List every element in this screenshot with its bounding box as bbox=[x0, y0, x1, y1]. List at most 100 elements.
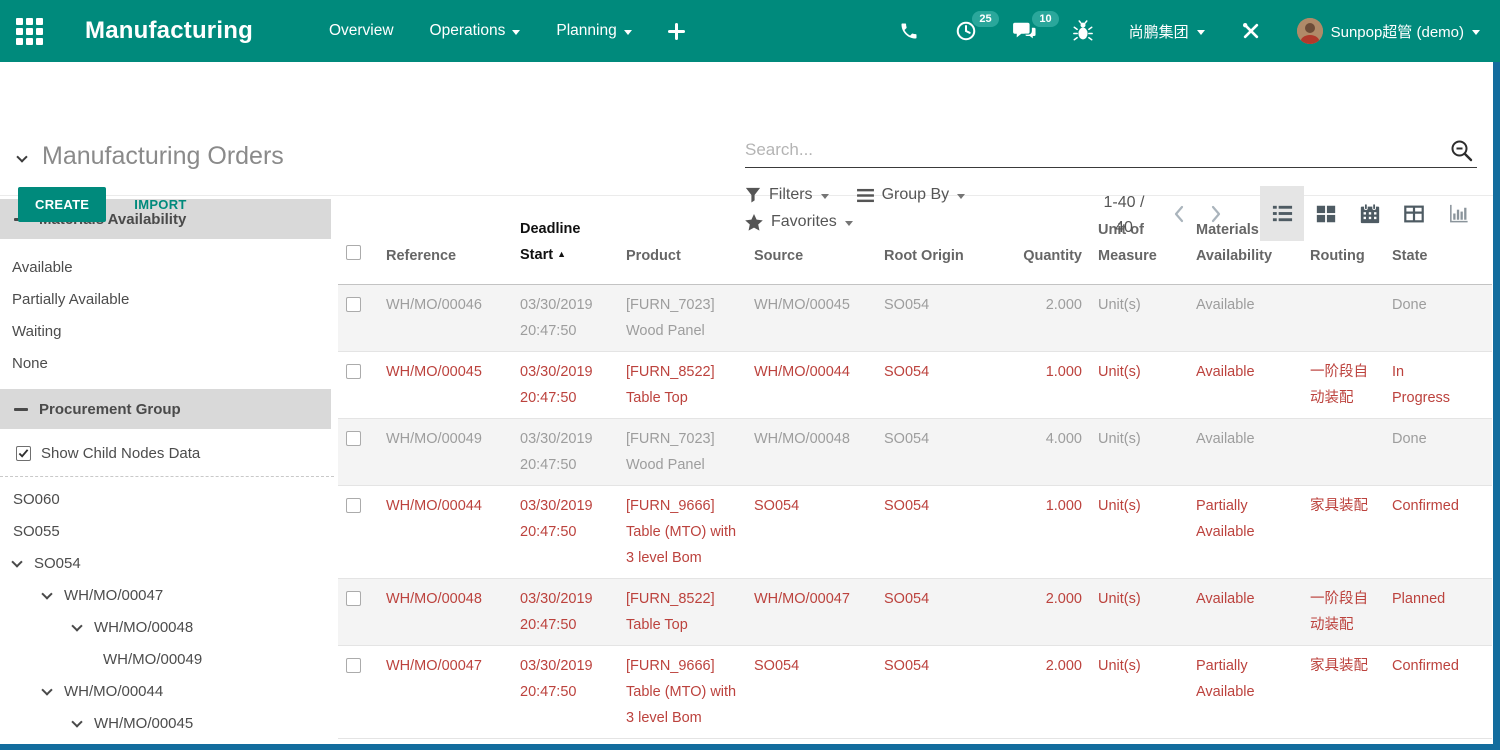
tree-node-wh-mo-00044[interactable]: WH/MO/00044 bbox=[0, 675, 334, 707]
import-button[interactable]: IMPORT bbox=[134, 197, 186, 212]
cell-state[interactable]: Done bbox=[1384, 419, 1492, 486]
cell-availability[interactable]: Available bbox=[1188, 419, 1302, 486]
menu-overview[interactable]: Overview bbox=[329, 22, 394, 40]
filter-option-available[interactable]: Available bbox=[0, 251, 334, 283]
tree-node-so060[interactable]: SO060 bbox=[0, 483, 334, 515]
cell-quantity[interactable]: 2.000 bbox=[1000, 285, 1090, 352]
cell-uom[interactable]: Unit(s) bbox=[1090, 486, 1188, 579]
column-header-quantity[interactable]: Quantity bbox=[1000, 196, 1090, 285]
row-checkbox[interactable] bbox=[346, 364, 361, 379]
cell-root-origin[interactable]: SO054 bbox=[876, 352, 1000, 419]
cell-reference[interactable]: WH/MO/00048 bbox=[378, 579, 512, 646]
tree-node-so055[interactable]: SO055 bbox=[0, 515, 334, 547]
cell-availability[interactable]: Available bbox=[1188, 285, 1302, 352]
section-procurement-group[interactable]: Procurement Group bbox=[0, 389, 331, 429]
quick-create-button[interactable] bbox=[668, 23, 685, 40]
cell-uom[interactable]: Unit(s) bbox=[1090, 352, 1188, 419]
cell-reference[interactable]: WH/MO/00045 bbox=[378, 352, 512, 419]
cell-product[interactable]: [FURN_8522] Table Top bbox=[618, 579, 746, 646]
cell-root-origin[interactable]: SO054 bbox=[876, 285, 1000, 352]
cell-source[interactable]: SO054 bbox=[746, 486, 876, 579]
cell-source[interactable]: WH/MO/00045 bbox=[746, 285, 876, 352]
cell-routing[interactable]: 家具装配 bbox=[1302, 646, 1384, 739]
cell-product[interactable]: [FURN_7023] Wood Panel bbox=[618, 419, 746, 486]
vertical-scrollbar[interactable] bbox=[1493, 62, 1500, 744]
row-checkbox[interactable] bbox=[346, 297, 361, 312]
cell-source[interactable]: SO054 bbox=[746, 646, 876, 739]
cell-availability[interactable]: Available bbox=[1188, 352, 1302, 419]
cell-routing[interactable]: 一阶段自动装配 bbox=[1302, 352, 1384, 419]
cell-state[interactable]: Done bbox=[1384, 285, 1492, 352]
cell-deadline[interactable]: 03/30/2019 20:47:50 bbox=[512, 579, 618, 646]
messages-button[interactable]: 10 bbox=[1013, 20, 1037, 42]
cell-availability[interactable]: Partially Available bbox=[1188, 486, 1302, 579]
cell-deadline[interactable]: 03/30/2019 20:47:50 bbox=[512, 646, 618, 739]
pager-next-button[interactable] bbox=[1209, 203, 1223, 230]
cell-quantity[interactable]: 4.000 bbox=[1000, 419, 1090, 486]
cell-reference[interactable]: WH/MO/00046 bbox=[378, 285, 512, 352]
cell-root-origin[interactable]: SO054 bbox=[876, 646, 1000, 739]
filter-option-waiting[interactable]: Waiting bbox=[0, 315, 334, 347]
view-graph-button[interactable] bbox=[1436, 186, 1480, 241]
row-checkbox[interactable] bbox=[346, 498, 361, 513]
breadcrumb[interactable]: Manufacturing Orders bbox=[18, 142, 284, 171]
cell-availability[interactable]: Partially Available bbox=[1188, 646, 1302, 739]
tree-node-wh-mo-00047[interactable]: WH/MO/00047 bbox=[0, 579, 334, 611]
search-input[interactable] bbox=[745, 136, 1441, 164]
search-icon[interactable] bbox=[1449, 138, 1475, 169]
cell-state[interactable]: Confirmed bbox=[1384, 646, 1492, 739]
column-header-deadline-start[interactable]: Deadline Start ▲ bbox=[512, 196, 618, 285]
cell-availability[interactable]: Available bbox=[1188, 579, 1302, 646]
cell-root-origin[interactable]: SO054 bbox=[876, 579, 1000, 646]
cell-state[interactable]: Confirmed bbox=[1384, 486, 1492, 579]
row-checkbox[interactable] bbox=[346, 591, 361, 606]
table-row[interactable]: WH/MO/00045 03/30/2019 20:47:50 [FURN_85… bbox=[338, 352, 1492, 419]
cell-quantity[interactable]: 2.000 bbox=[1000, 646, 1090, 739]
cell-quantity[interactable]: 1.000 bbox=[1000, 352, 1090, 419]
cell-uom[interactable]: Unit(s) bbox=[1090, 579, 1188, 646]
view-calendar-button[interactable] bbox=[1348, 186, 1392, 241]
view-pivot-button[interactable] bbox=[1392, 186, 1436, 241]
cell-source[interactable]: WH/MO/00047 bbox=[746, 579, 876, 646]
cell-routing[interactable] bbox=[1302, 285, 1384, 352]
cell-state[interactable]: In Progress bbox=[1384, 352, 1492, 419]
cell-deadline[interactable]: 03/30/2019 20:47:50 bbox=[512, 486, 618, 579]
cell-uom[interactable]: Unit(s) bbox=[1090, 419, 1188, 486]
row-checkbox[interactable] bbox=[346, 431, 361, 446]
table-row[interactable]: WH/MO/00044 03/30/2019 20:47:50 [FURN_96… bbox=[338, 486, 1492, 579]
tree-node-so054[interactable]: SO054 bbox=[0, 547, 334, 579]
phone-button[interactable] bbox=[899, 21, 919, 41]
cell-root-origin[interactable]: SO054 bbox=[876, 419, 1000, 486]
cell-uom[interactable]: Unit(s) bbox=[1090, 646, 1188, 739]
tree-node-wh-mo-00045[interactable]: WH/MO/00045 bbox=[0, 707, 334, 739]
column-header-reference[interactable]: Reference bbox=[378, 196, 512, 285]
cell-product[interactable]: [FURN_7023] Wood Panel bbox=[618, 285, 746, 352]
table-row[interactable]: WH/MO/00047 03/30/2019 20:47:50 [FURN_96… bbox=[338, 646, 1492, 739]
favorites-menu[interactable]: Favorites bbox=[745, 213, 853, 231]
show-child-nodes-toggle[interactable]: Show Child Nodes Data bbox=[16, 445, 334, 462]
view-list-button[interactable] bbox=[1260, 186, 1304, 241]
settings-tools-button[interactable] bbox=[1241, 21, 1261, 41]
cell-uom[interactable]: Unit(s) bbox=[1090, 285, 1188, 352]
filter-option-none[interactable]: None bbox=[0, 347, 334, 379]
view-kanban-button[interactable] bbox=[1304, 186, 1348, 241]
cell-routing[interactable]: 家具装配 bbox=[1302, 486, 1384, 579]
cell-reference[interactable]: WH/MO/00047 bbox=[378, 646, 512, 739]
pager-previous-button[interactable] bbox=[1172, 203, 1186, 230]
checkbox-checked[interactable] bbox=[16, 446, 31, 461]
table-row[interactable]: WH/MO/00048 03/30/2019 20:47:50 [FURN_85… bbox=[338, 579, 1492, 646]
cell-quantity[interactable]: 2.000 bbox=[1000, 579, 1090, 646]
column-header-product[interactable]: Product bbox=[618, 196, 746, 285]
menu-operations[interactable]: Operations bbox=[430, 22, 521, 40]
apps-menu-icon[interactable] bbox=[16, 18, 43, 45]
cell-product[interactable]: [FURN_9666] Table (MTO) with 3 level Bom bbox=[618, 646, 746, 739]
company-switcher[interactable]: 尚鹏集团 bbox=[1129, 21, 1205, 42]
table-row[interactable]: WH/MO/00049 03/30/2019 20:47:50 [FURN_70… bbox=[338, 419, 1492, 486]
cell-source[interactable]: WH/MO/00048 bbox=[746, 419, 876, 486]
tree-node-wh-mo-00049[interactable]: WH/MO/00049 bbox=[0, 643, 334, 675]
cell-deadline[interactable]: 03/30/2019 20:47:50 bbox=[512, 419, 618, 486]
filter-option-partially-available[interactable]: Partially Available bbox=[0, 283, 334, 315]
filters-menu[interactable]: Filters bbox=[745, 186, 829, 204]
cell-product[interactable]: [FURN_9666] Table (MTO) with 3 level Bom bbox=[618, 486, 746, 579]
cell-quantity[interactable]: 1.000 bbox=[1000, 486, 1090, 579]
